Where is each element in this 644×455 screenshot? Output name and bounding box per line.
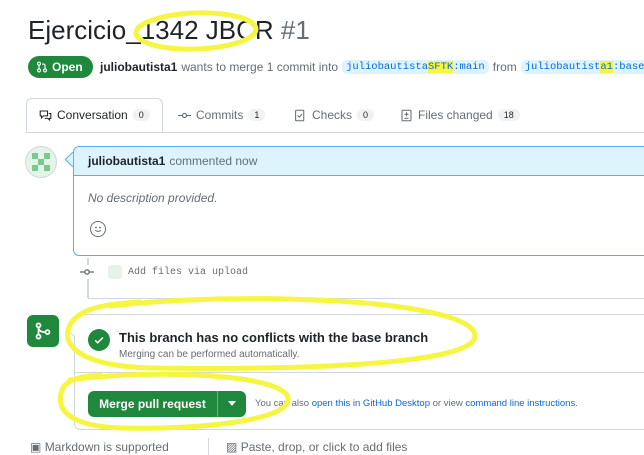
tab-label: Commits [196,108,244,122]
pr-author-link[interactable]: juliobautista1 [100,60,177,74]
pr-title-row: Ejercicio_1342 JBCR #1 [28,12,310,48]
hint-prefix: You can also [255,398,310,409]
tab-checks[interactable]: Checks 0 [294,98,375,132]
conversation-icon [39,110,52,121]
tab-files-changed[interactable]: Files changed 18 [400,98,520,132]
tab-count: 0 [132,109,150,121]
pr-tabs: Conversation 0 Commits 1 Checks 0 Files … [26,98,644,133]
pr-subline: juliobautista1 wants to merge 1 commit i… [100,56,644,78]
open-in-desktop-link[interactable]: open this in GitHub Desktop [312,398,430,409]
tab-count: 0 [357,109,375,121]
commit-avatar[interactable] [108,265,122,279]
head-branch-prefix: juliobautist [524,61,601,73]
comment-body: No description provided. [88,191,218,205]
base-branch[interactable]: juliobautistaSFTK:main [342,60,489,74]
markdown-icon: ▣ [30,440,42,454]
commit-icon [178,112,191,118]
tab-label: Checks [312,108,353,122]
hint-mid: or view [432,398,463,409]
status-badge: Open [28,56,93,78]
comment-author[interactable]: juliobautista1 [88,154,165,168]
merge-status-subtitle: Merging can be performed automatically. [119,349,300,360]
from-text: from [492,60,517,74]
checklist-icon [295,109,305,121]
file-attach-label: Paste, drop, or click to add files [240,440,408,454]
pr-action-text: wants to merge 1 commit into [181,60,339,74]
comment-box: juliobautista1 commented now No descript… [73,146,644,256]
markdown-label: Markdown is supported [44,440,169,454]
base-branch-suffix: :main [453,61,485,73]
tab-count: 18 [497,109,520,121]
bottom-separator [208,438,209,455]
file-diff-icon [401,109,412,121]
head-branch-suffix: :base7 [612,61,644,73]
pr-number: #1 [280,15,310,45]
avatar[interactable] [25,146,57,178]
pr-title: Ejercicio_1342 JBCR [28,15,274,45]
tab-label: Files changed [418,108,493,122]
pull-request-icon [36,61,48,73]
tab-commits[interactable]: Commits 1 [178,98,266,132]
merge-separator [75,372,644,373]
merge-pull-request-button[interactable]: Merge pull request [88,391,246,417]
git-merge-icon [27,315,59,347]
image-icon: ▨ [226,440,238,454]
tab-conversation[interactable]: Conversation 0 [26,98,163,132]
smiley-icon[interactable] [90,221,106,237]
check-circle-icon [88,329,110,351]
base-branch-highlight: SFTK [428,61,454,73]
identicon-icon [32,153,50,171]
markdown-supported-link[interactable]: ▣ Markdown is supported [30,440,169,454]
base-branch-prefix: juliobautista [346,61,428,73]
command-line-link[interactable]: command line instructions [465,398,575,409]
tab-count: 1 [248,109,266,121]
merge-hint: You can also open this in GitHub Desktop… [255,398,578,409]
merge-button-label: Merge pull request [99,397,206,411]
comment-action: commented now [169,154,258,168]
file-attach-area[interactable]: ▨ Paste, drop, or click to add files [226,440,407,454]
commit-message[interactable]: Add files via upload [128,267,248,278]
chevron-down-icon[interactable] [217,391,246,417]
commit-icon [80,265,94,279]
commit-item: Add files via upload [108,262,248,282]
merge-status-title: This branch has no conflicts with the ba… [119,330,429,345]
status-label: Open [52,60,83,74]
tab-label: Conversation [57,108,128,122]
hint-suffix: . [575,398,578,409]
head-branch-highlight: a1 [600,61,613,73]
head-branch[interactable]: juliobautista1:base7 [520,60,644,74]
timeline-divider [88,298,644,299]
comment-header: juliobautista1 commented now [74,147,644,176]
